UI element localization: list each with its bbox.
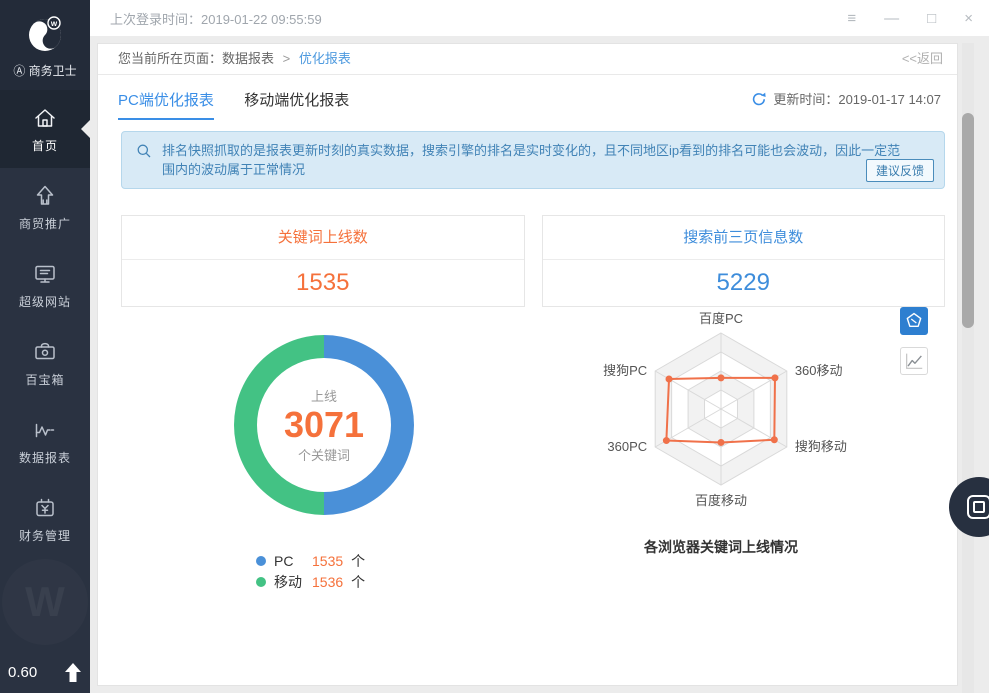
radar-axis-label: 360PC (607, 439, 647, 454)
magnifier-icon (136, 143, 152, 159)
window-controls: ≡ — □ × (847, 11, 973, 26)
radar-axis-label: 百度移动 (695, 493, 747, 508)
sidebar-item-label: 超级网站 (18, 294, 71, 309)
version-row: 0.60 (0, 662, 90, 683)
menu-icon[interactable]: ≡ (847, 11, 856, 26)
legend-unit: 个 (351, 552, 366, 569)
legend-dot (256, 576, 266, 587)
svg-text:w: w (50, 19, 58, 28)
titlebar: 上次登录时间：2019-01-22 09:55:59 ≡ — □ × (90, 0, 989, 37)
legend-count: 1535 (312, 552, 344, 569)
stat-value: 1535 (296, 269, 350, 296)
sidebar-item-label: 百宝箱 (25, 372, 65, 387)
radar-chart-title: 各浏览器关键词上线情况 (644, 539, 798, 555)
radar-toggle-button[interactable] (900, 307, 928, 335)
minimize-icon[interactable]: — (884, 11, 899, 26)
donut-center-value: 3071 (283, 404, 365, 445)
last-login-text: 上次登录时间：2019-01-22 09:55:59 (110, 11, 322, 27)
radar-data-point (771, 374, 779, 382)
brand: Ⓐ 商务卫士 (13, 63, 77, 78)
legend-name: 移动 (274, 573, 302, 590)
radar-data-point (770, 436, 778, 444)
stat-value: 5229 (716, 269, 770, 296)
legend-count: 1536 (312, 573, 344, 590)
stat-title: 搜索前三页信息数 (542, 216, 944, 260)
watermark-logo: W (2, 559, 88, 645)
legend-item-pc: PC 1535 个 (256, 550, 365, 571)
legend-dot (256, 555, 266, 566)
sidebar-item-reports[interactable]: 数据报表 (0, 402, 90, 480)
box-icon (32, 339, 58, 365)
radar-data-point (662, 437, 670, 445)
monitor-icon (32, 261, 58, 287)
stat-row: 关键词上线数 1535 搜索前三页信息数 5229 (121, 215, 945, 307)
stat-card-top3-info: 搜索前三页信息数 5229 (541, 215, 945, 307)
notice-banner: 排名快照抓取的是报表更新时刻的真实数据，搜索引擎的排名是实时变化的，且不同地区i… (121, 131, 945, 189)
legend-item-mobile: 移动 1536 个 (256, 571, 365, 592)
update-time-text: 更新时间：2019-01-17 14:07 (773, 92, 941, 107)
up-arrow-icon (32, 183, 58, 209)
radar-data-point (717, 374, 725, 382)
calculator-icon (32, 495, 58, 521)
update-info: 更新时间：2019-01-17 14:07 (751, 89, 941, 108)
sidebar-item-label: 首页 (31, 138, 58, 153)
legend-name: PC (274, 552, 294, 569)
back-link[interactable]: <<返回 (902, 44, 943, 74)
charts-area: 上线 3071 个关键词 PC 1535 个 移动 1536 个 百度PC 36… (98, 307, 957, 659)
donut-chart: 上线 3071 个关键词 (234, 335, 414, 515)
feedback-button[interactable]: 建议反馈 (865, 159, 934, 182)
donut-center: 上线 3071 个关键词 (257, 358, 391, 492)
legend-unit: 个 (351, 573, 366, 590)
tab-mobile-report[interactable]: 移动端优化报表 (244, 89, 349, 118)
donut-legend: PC 1535 个 移动 1536 个 (256, 550, 365, 592)
radar-chart: 百度PC 360移动搜狗移动百度移动 360PC 搜狗PC (571, 307, 871, 537)
line-chart-toggle-button[interactable] (900, 347, 928, 375)
sidebar-item-label: 财务管理 (18, 528, 71, 543)
sidebar-item-promotion[interactable]: 商贸推广 (0, 168, 90, 246)
sidebar-nav: 首页 商贸推广 超级网站 百宝箱 数据报表 财务管理 (0, 90, 90, 558)
maximize-icon[interactable]: □ (927, 11, 936, 26)
sidebar-item-toolbox[interactable]: 百宝箱 (0, 324, 90, 402)
sidebar-item-finance[interactable]: 财务管理 (0, 480, 90, 558)
stat-card-keywords-online: 关键词上线数 1535 (121, 215, 525, 307)
breadcrumb-separator: > (282, 51, 291, 66)
radar-axis-label: 搜狗PC (603, 363, 647, 378)
donut-center-bottom: 个关键词 (297, 448, 350, 463)
app-window: w Ⓐ 商务卫士 首页 商贸推广 超级网站 百宝箱 数据报表 财务管理 W 0.… (0, 0, 989, 693)
breadcrumb: 您当前所在页面：数据报表 > 优化报表 <<返回 (98, 44, 957, 75)
house-icon (32, 105, 58, 131)
pentagon-icon (906, 312, 922, 328)
radar-axis-label: 360移动 (795, 363, 843, 378)
radar-axis-label: 搜狗移动 (795, 439, 847, 454)
sidebar: w Ⓐ 商务卫士 首页 商贸推广 超级网站 百宝箱 数据报表 财务管理 W 0.… (0, 0, 90, 693)
scrollbar-thumb[interactable] (962, 113, 974, 328)
breadcrumb-label: 您当前所在页面：数据报表 (118, 51, 275, 66)
radar-axis-label: 百度PC (699, 311, 743, 326)
breadcrumb-current: 优化报表 (298, 51, 351, 66)
close-icon[interactable]: × (964, 11, 973, 26)
pulse-chart-icon (32, 417, 58, 443)
active-notch (81, 120, 90, 138)
sidebar-item-label: 商贸推广 (18, 216, 71, 231)
tab-pc-report[interactable]: PC端优化报表 (118, 89, 214, 120)
sidebar-item-home[interactable]: 首页 (0, 90, 90, 168)
scroll-top-arrow-icon[interactable] (64, 662, 82, 683)
radar-data-point (717, 438, 725, 446)
radar-data-point (665, 375, 673, 383)
qr-icon (967, 495, 989, 519)
refresh-icon[interactable] (751, 91, 767, 107)
logo-block: w Ⓐ 商务卫士 (0, 0, 90, 90)
donut-center-top: 上线 (310, 389, 337, 404)
version-label: 0.60 (8, 664, 38, 681)
sidebar-item-website[interactable]: 超级网站 (0, 246, 90, 324)
content-card: 您当前所在页面：数据报表 > 优化报表 <<返回 PC端优化报表 移动端优化报表… (97, 43, 958, 686)
notice-text: 排名快照抓取的是报表更新时刻的真实数据，搜索引擎的排名是实时变化的，且不同地区i… (162, 143, 901, 177)
stat-title: 关键词上线数 (122, 216, 524, 260)
line-chart-icon (906, 353, 923, 369)
sidebar-item-label: 数据报表 (18, 450, 71, 465)
tabs-row: PC端优化报表 移动端优化报表 更新时间：2019-01-17 14:07 (98, 75, 957, 120)
yinyang-logo-icon: w (22, 12, 68, 58)
